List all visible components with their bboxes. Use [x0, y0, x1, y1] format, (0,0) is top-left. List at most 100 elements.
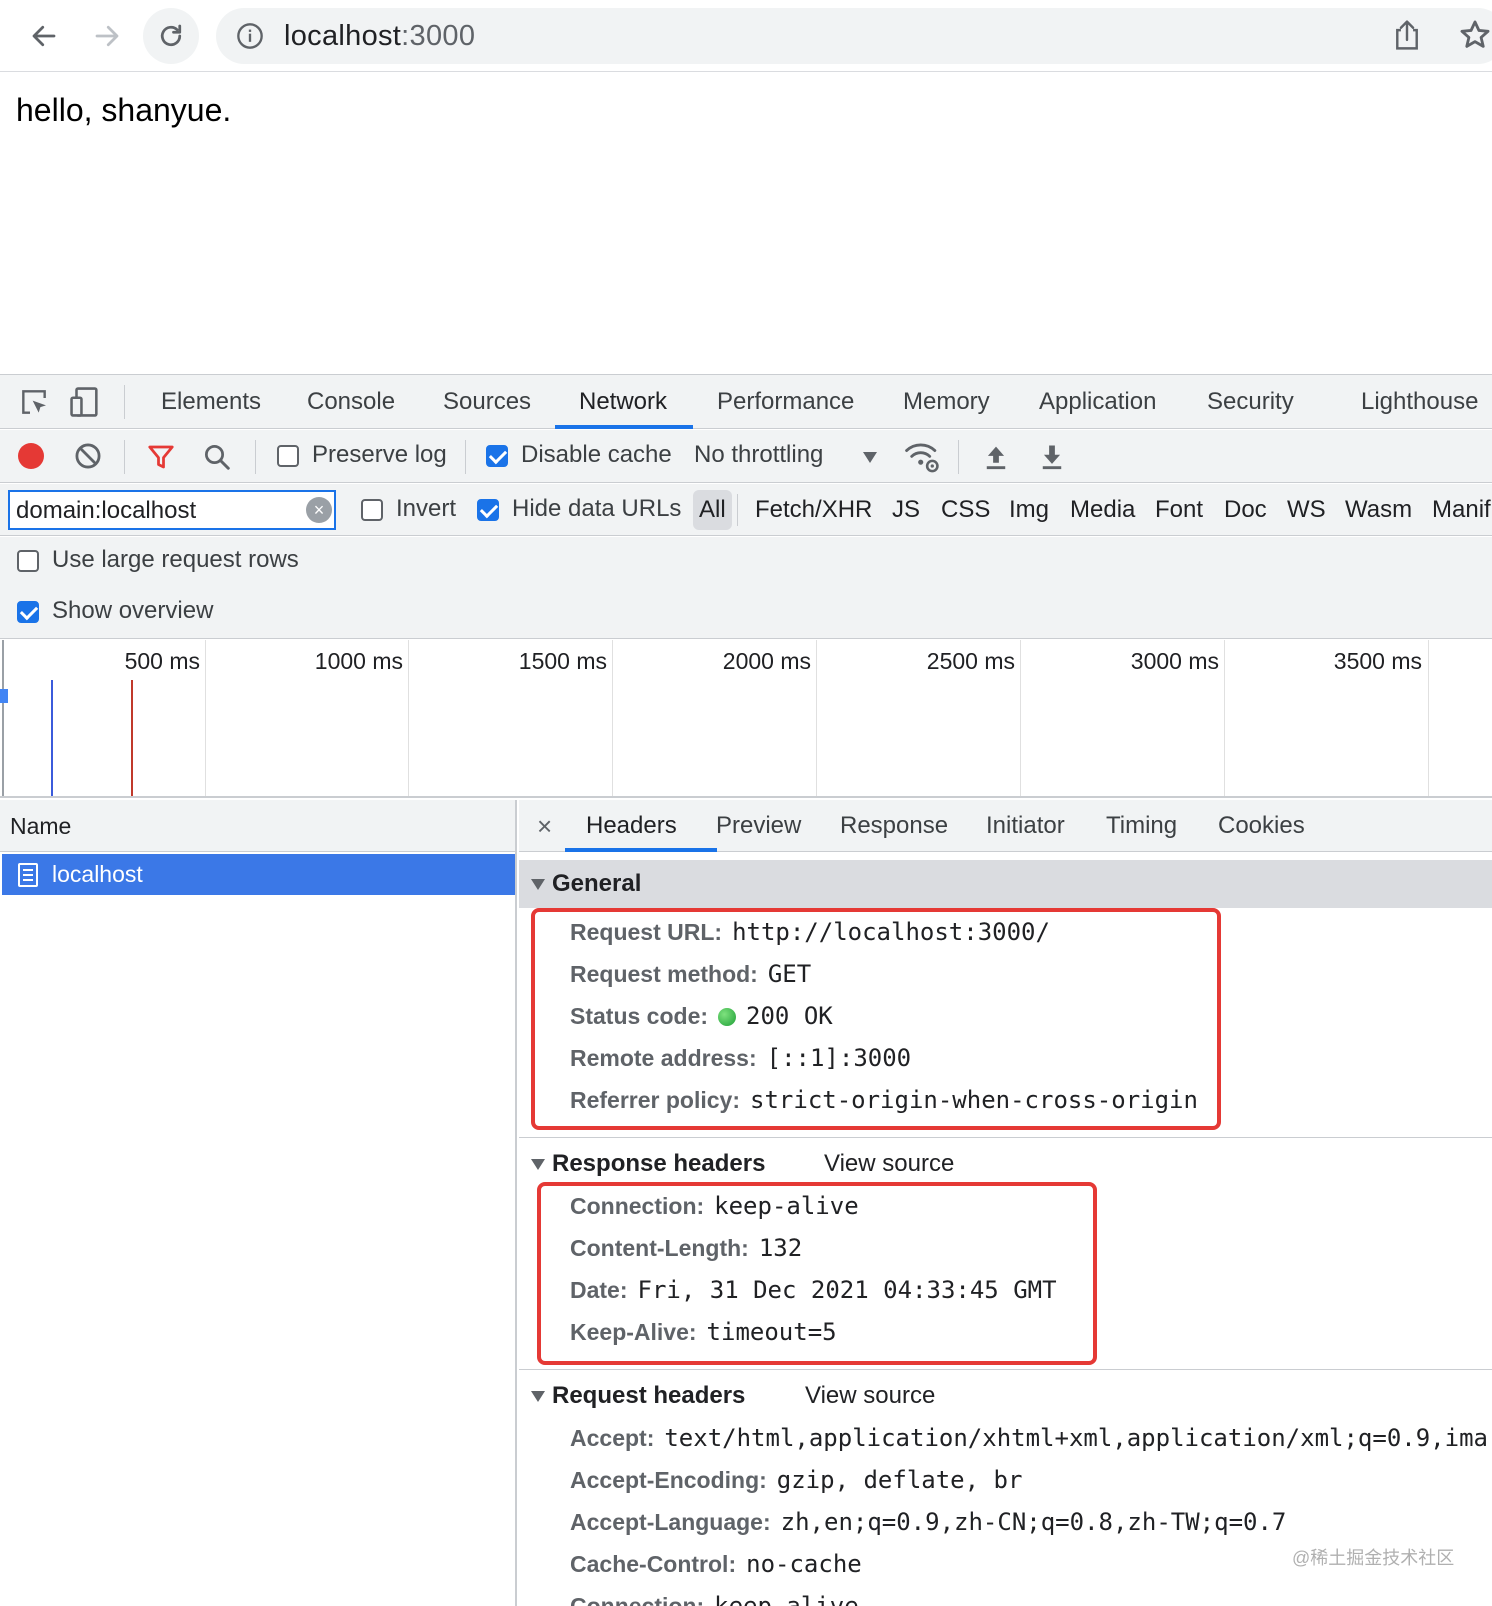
filter-bar: domain:localhost × Invert Hide data URLs… [0, 484, 1492, 536]
active-tab-indicator [555, 425, 693, 429]
hide-data-urls-label[interactable]: Hide data URLs [512, 495, 681, 523]
name-column-header[interactable]: Name [0, 800, 515, 852]
invert-checkbox[interactable] [361, 499, 383, 521]
timeline-tick: 500 ms [124, 648, 200, 674]
details-tab-bar: × Headers Preview Response Initiator Tim… [519, 800, 1492, 852]
tab-timing[interactable]: Timing [1106, 800, 1177, 852]
tab-lighthouse[interactable]: Lighthouse [1361, 375, 1478, 429]
type-filter-wasm[interactable]: Wasm [1343, 490, 1414, 530]
grid-line [612, 640, 613, 796]
type-filter-fetch-xhr[interactable]: Fetch/XHR [753, 490, 874, 530]
triangle-down-icon [531, 879, 545, 890]
timeline-tick: 3500 ms [1333, 648, 1422, 674]
divider [124, 385, 125, 419]
grid-line [1428, 640, 1429, 796]
divider [519, 1137, 1492, 1138]
type-filter-all[interactable]: All [693, 490, 732, 530]
reload-button[interactable] [143, 8, 199, 64]
filter-icon[interactable] [146, 442, 176, 472]
header-key: Connection: [570, 1593, 705, 1606]
info-icon[interactable] [236, 22, 264, 50]
tab-performance[interactable]: Performance [717, 375, 854, 429]
clear-filter-icon[interactable]: × [306, 497, 332, 523]
show-overview-label[interactable]: Show overview [52, 597, 213, 625]
divider [519, 1369, 1492, 1370]
section-title: Response headers [552, 1150, 766, 1177]
import-har-icon[interactable] [982, 442, 1010, 472]
tab-headers[interactable]: Headers [586, 800, 677, 852]
record-button[interactable] [18, 443, 44, 469]
general-section-header[interactable]: General [519, 860, 1492, 908]
section-title: Request headers [552, 1382, 746, 1409]
browser-toolbar: localhost:3000 [0, 0, 1492, 72]
request-header-row: Accept-Encoding: gzip, deflate, br [570, 1464, 1022, 1496]
request-details: × Headers Preview Response Initiator Tim… [519, 800, 1492, 1606]
request-header-row: Accept: text/html,application/xhtml+xml,a… [570, 1422, 1488, 1454]
type-filter-media[interactable]: Media [1068, 490, 1137, 530]
share-icon[interactable] [1392, 18, 1422, 52]
view-source-link[interactable]: View source [824, 1140, 954, 1188]
triangle-down-icon [531, 1159, 545, 1170]
tab-application[interactable]: Application [1039, 375, 1156, 429]
timeline-tick: 1000 ms [314, 648, 403, 674]
caret-down-icon[interactable] [863, 452, 877, 463]
type-filter-ws[interactable]: WS [1285, 490, 1328, 530]
request-name: localhost [52, 861, 143, 887]
network-overview[interactable]: 500 ms 1000 ms 1500 ms 2000 ms 2500 ms 3… [0, 640, 1492, 798]
network-conditions-icon[interactable] [904, 440, 940, 474]
show-overview-checkbox[interactable] [17, 601, 39, 623]
url-text[interactable]: localhost:3000 [284, 20, 475, 53]
response-headers-section-header[interactable]: Response headers View source [519, 1140, 1492, 1188]
tab-sources[interactable]: Sources [443, 375, 531, 429]
tab-network[interactable]: Network [579, 375, 667, 429]
throttling-select[interactable]: No throttling [694, 441, 823, 469]
network-settings: Use large request rows Show overview [0, 537, 1492, 639]
tab-initiator[interactable]: Initiator [986, 800, 1065, 852]
invert-label[interactable]: Invert [396, 495, 456, 523]
address-bar[interactable]: localhost:3000 [216, 8, 1492, 64]
preserve-log-label[interactable]: Preserve log [312, 441, 447, 469]
type-filter-img[interactable]: Img [1007, 490, 1051, 530]
view-source-link[interactable]: View source [805, 1372, 935, 1420]
tab-response[interactable]: Response [840, 800, 948, 852]
disable-cache-checkbox[interactable] [486, 445, 508, 467]
forward-button[interactable] [79, 8, 135, 64]
export-har-icon[interactable] [1038, 442, 1066, 472]
grid-line [1224, 640, 1225, 796]
hide-data-urls-checkbox[interactable] [477, 499, 499, 521]
tab-cookies[interactable]: Cookies [1218, 800, 1305, 852]
network-toolbar: Preserve log Disable cache No throttling [0, 430, 1492, 483]
back-button[interactable] [16, 8, 72, 64]
grid-line [205, 640, 206, 796]
devtools-tab-bar: Elements Console Sources Network Perform… [0, 375, 1492, 429]
large-rows-checkbox[interactable] [17, 550, 39, 572]
tab-security[interactable]: Security [1207, 375, 1294, 429]
tab-preview[interactable]: Preview [716, 800, 801, 852]
type-filter-font[interactable]: Font [1153, 490, 1205, 530]
tab-console[interactable]: Console [307, 375, 395, 429]
disable-cache-label[interactable]: Disable cache [521, 441, 672, 469]
tab-memory[interactable]: Memory [903, 375, 990, 429]
request-headers-section-header[interactable]: Request headers View source [519, 1372, 1492, 1420]
type-filter-doc[interactable]: Doc [1222, 490, 1269, 530]
triangle-down-icon [531, 1391, 545, 1402]
filter-input[interactable]: domain:localhost [8, 490, 336, 530]
search-icon[interactable] [202, 442, 232, 472]
large-rows-label[interactable]: Use large request rows [52, 546, 299, 574]
grid-line [2, 640, 4, 796]
clear-icon[interactable] [74, 442, 102, 470]
request-row[interactable]: localhost [2, 854, 515, 895]
tab-elements[interactable]: Elements [161, 375, 261, 429]
type-filter-css[interactable]: CSS [939, 490, 992, 530]
type-filter-manifest[interactable]: Manif [1430, 490, 1492, 530]
header-key: Accept-Encoding: [570, 1467, 767, 1493]
close-icon[interactable]: × [537, 800, 552, 852]
device-toolbar-icon[interactable] [68, 385, 102, 419]
section-title: General [552, 870, 642, 897]
bookmark-star-icon[interactable] [1458, 18, 1492, 52]
header-key: Accept: [570, 1425, 655, 1451]
grid-line [408, 640, 409, 796]
type-filter-js[interactable]: JS [890, 490, 922, 530]
preserve-log-checkbox[interactable] [277, 445, 299, 467]
inspect-element-icon[interactable] [18, 386, 50, 418]
